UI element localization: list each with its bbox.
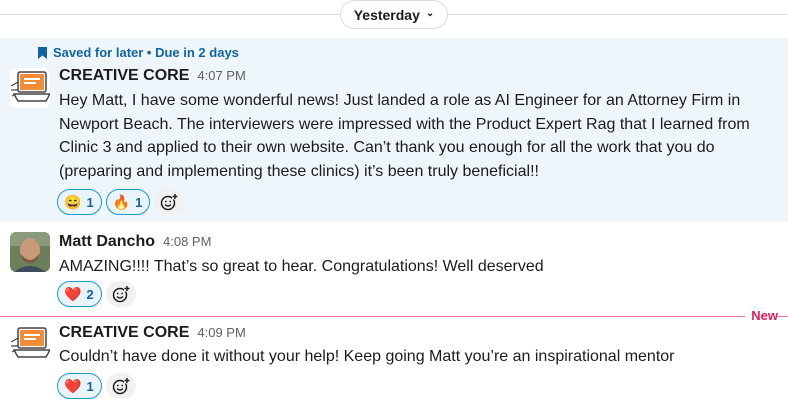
date-jump-button[interactable]: Yesterday ⌄ <box>340 0 448 29</box>
reaction-fire[interactable]: 🔥 1 <box>105 189 151 215</box>
add-emoji-icon <box>112 285 130 303</box>
sender-name[interactable]: Matt Dancho <box>59 233 155 251</box>
reaction-bar: ❤️ 2 <box>57 281 136 307</box>
timestamp[interactable]: 4:07 PM <box>197 68 245 83</box>
message[interactable]: Matt Dancho 4:08 PM AMAZING!!!! That’s s… <box>0 222 788 314</box>
avatar[interactable] <box>10 68 50 108</box>
grinning-face-icon: 😄 <box>64 194 82 210</box>
add-reaction-button[interactable] <box>154 189 185 215</box>
message[interactable]: CREATIVE CORE 4:09 PM Couldn’t have done… <box>0 316 788 410</box>
reaction-heart[interactable]: ❤️ 2 <box>57 281 102 307</box>
fire-icon: 🔥 <box>112 194 131 210</box>
timestamp[interactable]: 4:08 PM <box>163 234 211 249</box>
timestamp[interactable]: 4:09 PM <box>197 325 245 340</box>
add-emoji-icon <box>161 193 179 211</box>
add-emoji-icon <box>112 377 130 395</box>
chevron-down-icon: ⌄ <box>425 8 435 19</box>
laptop-logo-icon <box>10 68 50 108</box>
saved-banner-text: Saved for later • Due in 2 days <box>53 45 239 60</box>
user-photo-icon <box>10 232 50 272</box>
laptop-logo-icon <box>10 324 50 364</box>
reaction-count: 1 <box>86 194 94 210</box>
message-header: CREATIVE CORE 4:09 PM <box>59 324 246 342</box>
add-reaction-button[interactable] <box>105 373 136 399</box>
message-saved[interactable]: Saved for later • Due in 2 days CREATIVE… <box>0 38 788 222</box>
avatar[interactable] <box>10 324 50 364</box>
sender-name[interactable]: CREATIVE CORE <box>59 324 189 342</box>
heart-icon: ❤️ <box>64 378 82 394</box>
message-header: Matt Dancho 4:08 PM <box>59 233 211 251</box>
reaction-count: 2 <box>86 286 94 302</box>
reaction-count: 1 <box>135 194 143 210</box>
date-label: Yesterday <box>353 6 420 23</box>
reaction-count: 1 <box>86 378 94 394</box>
date-divider: Yesterday ⌄ <box>0 0 788 30</box>
message-text: Couldn’t have done it without your help!… <box>59 348 675 365</box>
sender-name[interactable]: CREATIVE CORE <box>59 67 189 85</box>
message-header: CREATIVE CORE 4:07 PM <box>59 67 246 85</box>
reaction-bar: ❤️ 1 <box>57 373 136 399</box>
reaction-heart[interactable]: ❤️ 1 <box>57 373 102 399</box>
message-pane: Yesterday ⌄ Saved for later • Due in 2 d… <box>0 0 788 410</box>
avatar[interactable] <box>10 232 50 272</box>
add-reaction-button[interactable] <box>105 281 136 307</box>
bookmark-icon <box>38 46 47 59</box>
reaction-bar: 😄 1 🔥 1 <box>57 189 185 215</box>
heart-icon: ❤️ <box>64 286 82 302</box>
message-text: AMAZING!!!! That’s so great to hear. Con… <box>59 258 544 275</box>
reaction-grinning[interactable]: 😄 1 <box>57 189 102 215</box>
message-text: Hey Matt, I have some wonderful news! Ju… <box>59 92 750 180</box>
saved-for-later-banner: Saved for later • Due in 2 days <box>38 45 239 60</box>
